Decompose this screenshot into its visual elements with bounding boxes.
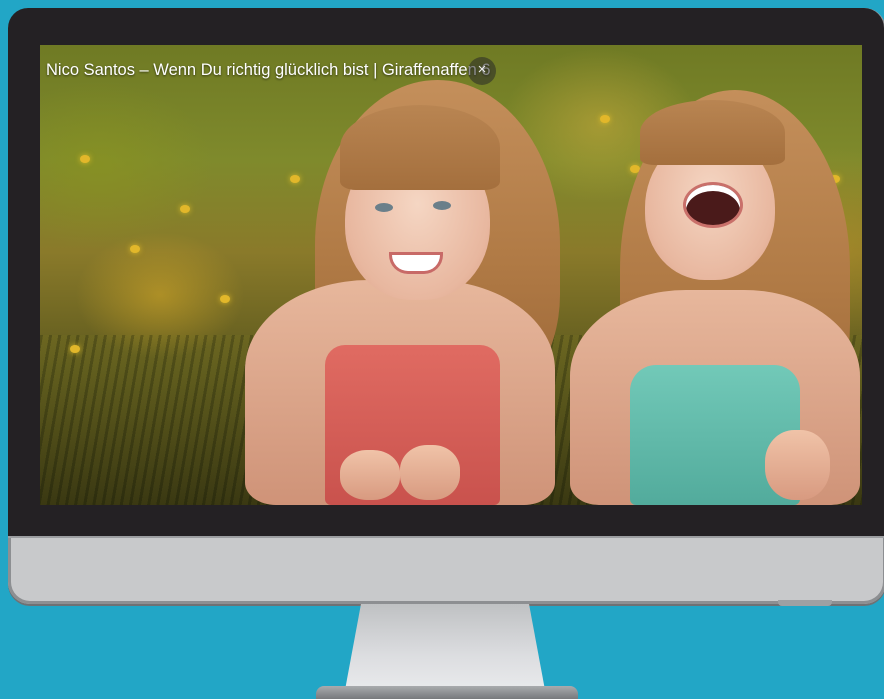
close-video-button[interactable]: ×	[468, 57, 496, 85]
monitor-stand-neck	[345, 604, 545, 690]
flower-decoration	[600, 115, 610, 123]
video-title: Nico Santos – Wenn Du richtig glücklich …	[46, 61, 491, 79]
monitor-stand-base	[316, 686, 578, 699]
video-player[interactable]: Nico Santos – Wenn Du richtig glücklich …	[40, 45, 862, 505]
flower-decoration	[220, 295, 230, 303]
flower-decoration	[80, 155, 90, 163]
close-icon: ×	[477, 61, 487, 78]
flower-decoration	[130, 245, 140, 253]
flower-decoration	[70, 345, 80, 353]
flower-decoration	[290, 175, 300, 183]
monitor-chin-divider	[8, 536, 884, 538]
monitor-edge-ledge	[778, 600, 832, 606]
flower-decoration	[180, 205, 190, 213]
